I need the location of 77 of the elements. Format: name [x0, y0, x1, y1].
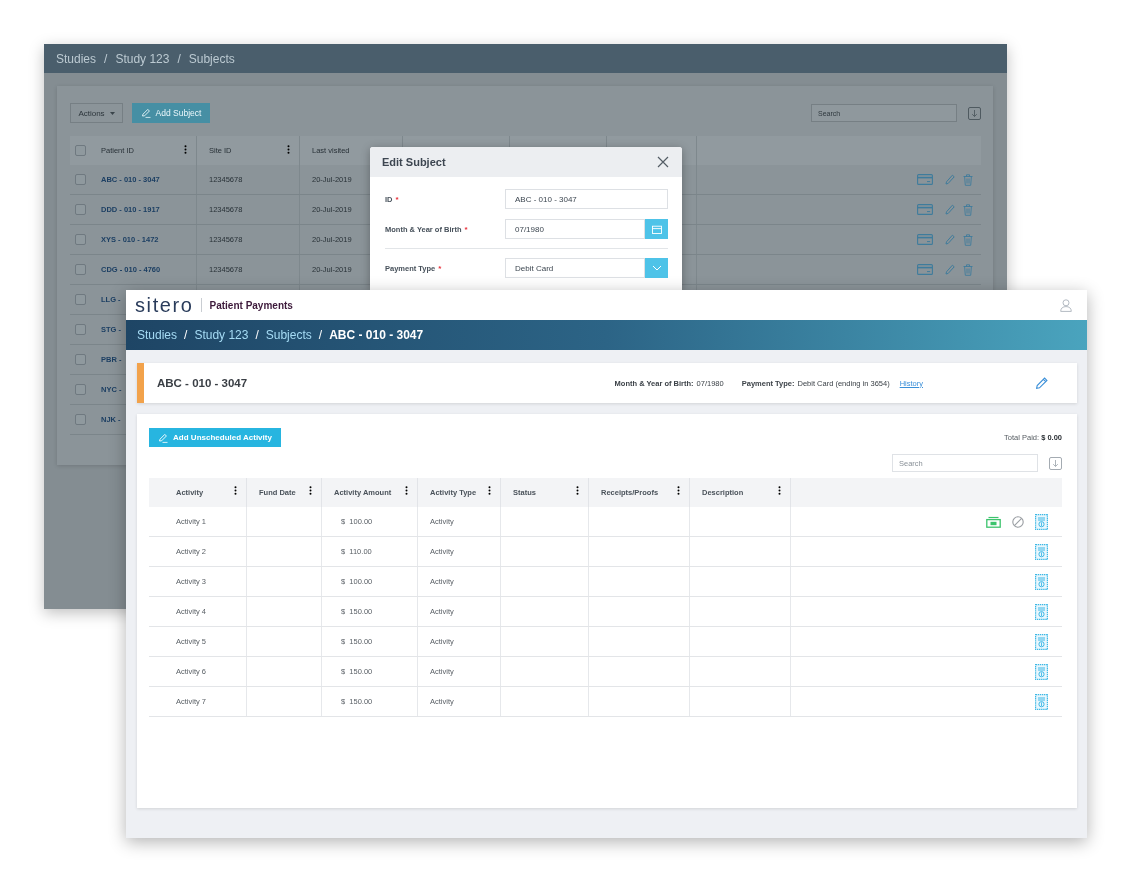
checkbox[interactable]: [75, 324, 86, 335]
breadcrumb-link[interactable]: Subjects: [188, 51, 235, 66]
checkbox[interactable]: [75, 414, 86, 425]
close-icon[interactable]: [657, 156, 669, 168]
download-icon[interactable]: [968, 106, 981, 120]
breadcrumb-separator: /: [184, 328, 188, 342]
breadcrumb-separator: /: [177, 51, 181, 66]
kebab-icon[interactable]: [287, 145, 290, 154]
pencil-icon: [140, 108, 151, 118]
dropdown-field[interactable]: Debit Card: [505, 258, 645, 278]
pencil-icon[interactable]: [945, 204, 955, 215]
breadcrumb-current: ABC - 010 - 3047: [329, 328, 424, 342]
checkbox[interactable]: [75, 145, 86, 156]
chevron-down-icon: [651, 265, 662, 271]
credit-card-icon[interactable]: [917, 234, 933, 245]
receipt-icon[interactable]: [1035, 633, 1048, 650]
app-title: Patient Payments: [209, 299, 293, 311]
checkbox[interactable]: [75, 174, 86, 185]
download-icon[interactable]: [1049, 456, 1062, 470]
breadcrumb-link[interactable]: Subjects: [265, 328, 312, 342]
breadcrumb-link[interactable]: Studies: [56, 51, 97, 66]
actions-dropdown[interactable]: Actions: [70, 103, 123, 123]
logo: sitero: [135, 295, 194, 315]
required-mark: *: [395, 194, 399, 204]
prohibited-icon[interactable]: [1012, 515, 1024, 528]
breadcrumb-separator: /: [255, 328, 259, 342]
receipt-icon[interactable]: [1035, 543, 1048, 560]
breadcrumb-separator: /: [104, 51, 108, 66]
edit-icon[interactable]: [1035, 376, 1049, 390]
kebab-icon[interactable]: [405, 486, 408, 495]
subject-id: ABC - 010 - 3047: [157, 377, 248, 389]
kebab-icon[interactable]: [778, 486, 781, 495]
kebab-icon[interactable]: [488, 486, 491, 495]
kebab-icon[interactable]: [677, 486, 680, 495]
user-icon[interactable]: [1060, 298, 1072, 312]
kebab-icon[interactable]: [576, 486, 579, 495]
kebab-icon[interactable]: [309, 486, 312, 495]
checkbox[interactable]: [75, 204, 86, 215]
cash-icon[interactable]: [986, 515, 1001, 528]
pencil-icon[interactable]: [945, 174, 955, 185]
trash-icon[interactable]: [963, 173, 973, 186]
breadcrumb-separator: /: [318, 328, 323, 342]
add-subject-button[interactable]: Add Subject: [132, 103, 210, 123]
trash-icon[interactable]: [963, 263, 973, 276]
pencil-icon: [158, 432, 169, 443]
credit-card-icon[interactable]: [917, 174, 933, 185]
required-mark: *: [464, 224, 468, 234]
caret-icon: [109, 111, 115, 115]
text-field[interactable]: ABC - 010 - 3047: [505, 189, 668, 209]
trash-icon[interactable]: [963, 203, 973, 216]
breadcrumb-link[interactable]: Studies: [137, 328, 178, 342]
checkbox[interactable]: [75, 234, 86, 245]
credit-card-icon[interactable]: [917, 264, 933, 275]
checkbox[interactable]: [75, 294, 86, 305]
receipt-icon[interactable]: [1035, 693, 1048, 710]
breadcrumb-link[interactable]: Study 123: [115, 51, 170, 66]
kebab-icon[interactable]: [234, 486, 237, 495]
pencil-icon[interactable]: [945, 264, 955, 275]
dialog-title: Edit Subject: [382, 156, 446, 168]
calendar-button[interactable]: [645, 219, 668, 239]
dropdown-button[interactable]: [645, 258, 668, 278]
receipt-icon[interactable]: [1035, 663, 1048, 680]
add-activity-button[interactable]: Add Unscheduled Activity: [149, 428, 281, 447]
calendar-icon: [651, 224, 662, 234]
checkbox[interactable]: [75, 354, 86, 365]
credit-card-icon[interactable]: [917, 204, 933, 215]
receipt-icon[interactable]: [1035, 513, 1048, 530]
checkbox[interactable]: [75, 384, 86, 395]
receipt-icon[interactable]: [1035, 573, 1048, 590]
receipt-icon[interactable]: [1035, 603, 1048, 620]
date-field[interactable]: 07/1980: [505, 219, 645, 239]
trash-icon[interactable]: [963, 233, 973, 246]
checkbox[interactable]: [75, 264, 86, 275]
breadcrumb-link[interactable]: Study 123: [194, 328, 249, 342]
required-mark: *: [438, 263, 442, 273]
kebab-icon[interactable]: [184, 145, 187, 154]
pencil-icon[interactable]: [945, 234, 955, 245]
